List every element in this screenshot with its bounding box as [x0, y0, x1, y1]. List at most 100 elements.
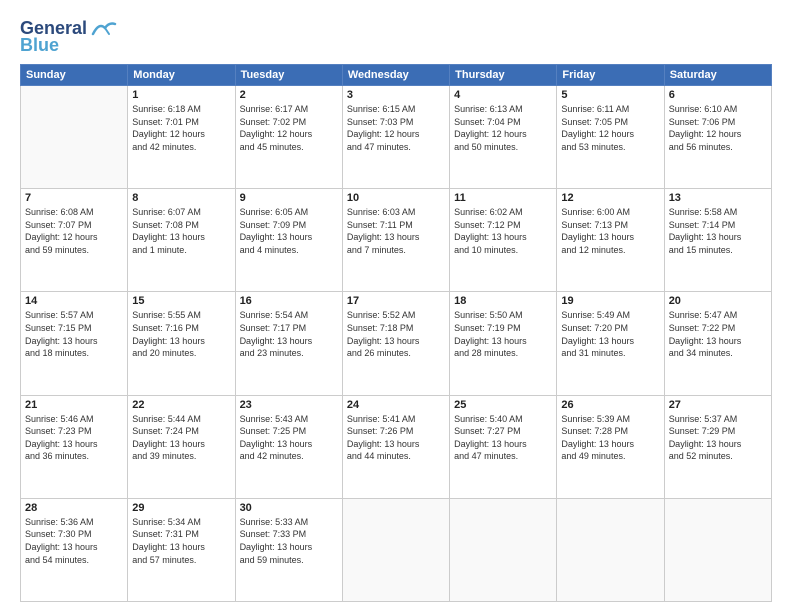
calendar-cell: 18 Sunrise: 5:50 AMSunset: 7:19 PMDayligh… [450, 292, 557, 395]
day-detail: Sunrise: 6:00 AMSunset: 7:13 PMDaylight:… [561, 206, 659, 256]
day-detail: Sunrise: 6:03 AMSunset: 7:11 PMDaylight:… [347, 206, 445, 256]
day-detail: Sunrise: 5:46 AMSunset: 7:23 PMDaylight:… [25, 413, 123, 463]
logo-bird-icon [91, 20, 117, 38]
day-detail: Sunrise: 5:43 AMSunset: 7:25 PMDaylight:… [240, 413, 338, 463]
calendar-cell: 4 Sunrise: 6:13 AMSunset: 7:04 PMDaylight… [450, 86, 557, 189]
calendar-cell: 30 Sunrise: 5:33 AMSunset: 7:33 PMDayligh… [235, 498, 342, 601]
day-number: 13 [669, 192, 767, 204]
day-detail: Sunrise: 5:34 AMSunset: 7:31 PMDaylight:… [132, 516, 230, 566]
day-number: 15 [132, 295, 230, 307]
day-number: 7 [25, 192, 123, 204]
day-number: 6 [669, 89, 767, 101]
calendar-cell: 10 Sunrise: 6:03 AMSunset: 7:11 PMDayligh… [342, 189, 449, 292]
day-number: 29 [132, 502, 230, 514]
calendar-cell: 29 Sunrise: 5:34 AMSunset: 7:31 PMDayligh… [128, 498, 235, 601]
day-detail: Sunrise: 5:49 AMSunset: 7:20 PMDaylight:… [561, 309, 659, 359]
day-number: 30 [240, 502, 338, 514]
day-detail: Sunrise: 5:58 AMSunset: 7:14 PMDaylight:… [669, 206, 767, 256]
calendar-week-4: 21 Sunrise: 5:46 AMSunset: 7:23 PMDayligh… [21, 395, 772, 498]
day-detail: Sunrise: 5:41 AMSunset: 7:26 PMDaylight:… [347, 413, 445, 463]
calendar-cell: 11Sunrise: 6:02 AMSunset: 7:12 PMDayligh… [450, 189, 557, 292]
weekday-header-sunday: Sunday [21, 65, 128, 86]
day-number: 9 [240, 192, 338, 204]
day-detail: Sunrise: 6:07 AMSunset: 7:08 PMDaylight:… [132, 206, 230, 256]
calendar-cell: 21 Sunrise: 5:46 AMSunset: 7:23 PMDayligh… [21, 395, 128, 498]
weekday-header-thursday: Thursday [450, 65, 557, 86]
calendar-week-5: 28 Sunrise: 5:36 AMSunset: 7:30 PMDayligh… [21, 498, 772, 601]
day-number: 3 [347, 89, 445, 101]
day-detail: Sunrise: 6:15 AMSunset: 7:03 PMDaylight:… [347, 103, 445, 153]
calendar-cell: 25 Sunrise: 5:40 AMSunset: 7:27 PMDayligh… [450, 395, 557, 498]
day-number: 21 [25, 399, 123, 411]
calendar-cell [557, 498, 664, 601]
day-detail: Sunrise: 5:50 AMSunset: 7:19 PMDaylight:… [454, 309, 552, 359]
day-detail: Sunrise: 5:52 AMSunset: 7:18 PMDaylight:… [347, 309, 445, 359]
calendar-cell: 23 Sunrise: 5:43 AMSunset: 7:25 PMDayligh… [235, 395, 342, 498]
logo: General Blue [20, 18, 117, 56]
day-number: 4 [454, 89, 552, 101]
day-number: 10 [347, 192, 445, 204]
day-detail: Sunrise: 5:40 AMSunset: 7:27 PMDaylight:… [454, 413, 552, 463]
calendar-cell: 1 Sunrise: 6:18 AMSunset: 7:01 PMDaylight… [128, 86, 235, 189]
day-detail: Sunrise: 6:11 AMSunset: 7:05 PMDaylight:… [561, 103, 659, 153]
calendar-week-1: 1 Sunrise: 6:18 AMSunset: 7:01 PMDaylight… [21, 86, 772, 189]
calendar-cell: 22 Sunrise: 5:44 AMSunset: 7:24 PMDayligh… [128, 395, 235, 498]
calendar-cell: 13 Sunrise: 5:58 AMSunset: 7:14 PMDayligh… [664, 189, 771, 292]
calendar-cell [21, 86, 128, 189]
calendar-cell: 6 Sunrise: 6:10 AMSunset: 7:06 PMDaylight… [664, 86, 771, 189]
calendar-cell: 27Sunrise: 5:37 AMSunset: 7:29 PMDayligh… [664, 395, 771, 498]
calendar-cell: 14 Sunrise: 5:57 AMSunset: 7:15 PMDayligh… [21, 292, 128, 395]
calendar-cell: 3 Sunrise: 6:15 AMSunset: 7:03 PMDaylight… [342, 86, 449, 189]
weekday-header-monday: Monday [128, 65, 235, 86]
weekday-header-saturday: Saturday [664, 65, 771, 86]
day-detail: Sunrise: 6:17 AMSunset: 7:02 PMDaylight:… [240, 103, 338, 153]
day-detail: Sunrise: 5:33 AMSunset: 7:33 PMDaylight:… [240, 516, 338, 566]
calendar-cell: 12 Sunrise: 6:00 AMSunset: 7:13 PMDayligh… [557, 189, 664, 292]
day-detail: Sunrise: 5:55 AMSunset: 7:16 PMDaylight:… [132, 309, 230, 359]
header: General Blue [20, 18, 772, 56]
day-detail: Sunrise: 5:37 AMSunset: 7:29 PMDaylight:… [669, 413, 767, 463]
logo-blue: Blue [20, 35, 59, 56]
calendar-cell [450, 498, 557, 601]
day-number: 5 [561, 89, 659, 101]
calendar-cell: 9Sunrise: 6:05 AMSunset: 7:09 PMDaylight… [235, 189, 342, 292]
page: General Blue SundayMondayTuesdayWednesda… [0, 0, 792, 612]
calendar-cell [664, 498, 771, 601]
calendar-week-2: 7Sunrise: 6:08 AMSunset: 7:07 PMDaylight… [21, 189, 772, 292]
weekday-header-tuesday: Tuesday [235, 65, 342, 86]
calendar-week-3: 14 Sunrise: 5:57 AMSunset: 7:15 PMDayligh… [21, 292, 772, 395]
calendar-cell [342, 498, 449, 601]
weekday-header-friday: Friday [557, 65, 664, 86]
calendar-cell: 26Sunrise: 5:39 AMSunset: 7:28 PMDayligh… [557, 395, 664, 498]
day-number: 12 [561, 192, 659, 204]
calendar-cell: 5 Sunrise: 6:11 AMSunset: 7:05 PMDaylight… [557, 86, 664, 189]
calendar-cell: 20 Sunrise: 5:47 AMSunset: 7:22 PMDayligh… [664, 292, 771, 395]
calendar-cell: 16Sunrise: 5:54 AMSunset: 7:17 PMDayligh… [235, 292, 342, 395]
day-detail: Sunrise: 6:18 AMSunset: 7:01 PMDaylight:… [132, 103, 230, 153]
day-number: 1 [132, 89, 230, 101]
day-detail: Sunrise: 5:47 AMSunset: 7:22 PMDaylight:… [669, 309, 767, 359]
calendar-cell: 19 Sunrise: 5:49 AMSunset: 7:20 PMDayligh… [557, 292, 664, 395]
calendar-table: SundayMondayTuesdayWednesdayThursdayFrid… [20, 64, 772, 602]
day-number: 22 [132, 399, 230, 411]
day-number: 18 [454, 295, 552, 307]
day-detail: Sunrise: 6:13 AMSunset: 7:04 PMDaylight:… [454, 103, 552, 153]
calendar-cell: 15 Sunrise: 5:55 AMSunset: 7:16 PMDayligh… [128, 292, 235, 395]
day-number: 25 [454, 399, 552, 411]
day-detail: Sunrise: 5:57 AMSunset: 7:15 PMDaylight:… [25, 309, 123, 359]
calendar-cell: 7Sunrise: 6:08 AMSunset: 7:07 PMDaylight… [21, 189, 128, 292]
day-detail: Sunrise: 6:02 AMSunset: 7:12 PMDaylight:… [454, 206, 552, 256]
weekday-header-wednesday: Wednesday [342, 65, 449, 86]
day-detail: Sunrise: 5:44 AMSunset: 7:24 PMDaylight:… [132, 413, 230, 463]
day-detail: Sunrise: 5:36 AMSunset: 7:30 PMDaylight:… [25, 516, 123, 566]
day-number: 17 [347, 295, 445, 307]
day-number: 23 [240, 399, 338, 411]
day-detail: Sunrise: 6:10 AMSunset: 7:06 PMDaylight:… [669, 103, 767, 153]
calendar-cell: 2Sunrise: 6:17 AMSunset: 7:02 PMDaylight… [235, 86, 342, 189]
day-number: 19 [561, 295, 659, 307]
day-number: 20 [669, 295, 767, 307]
calendar-cell: 8Sunrise: 6:07 AMSunset: 7:08 PMDaylight… [128, 189, 235, 292]
day-number: 28 [25, 502, 123, 514]
day-detail: Sunrise: 5:39 AMSunset: 7:28 PMDaylight:… [561, 413, 659, 463]
day-number: 14 [25, 295, 123, 307]
